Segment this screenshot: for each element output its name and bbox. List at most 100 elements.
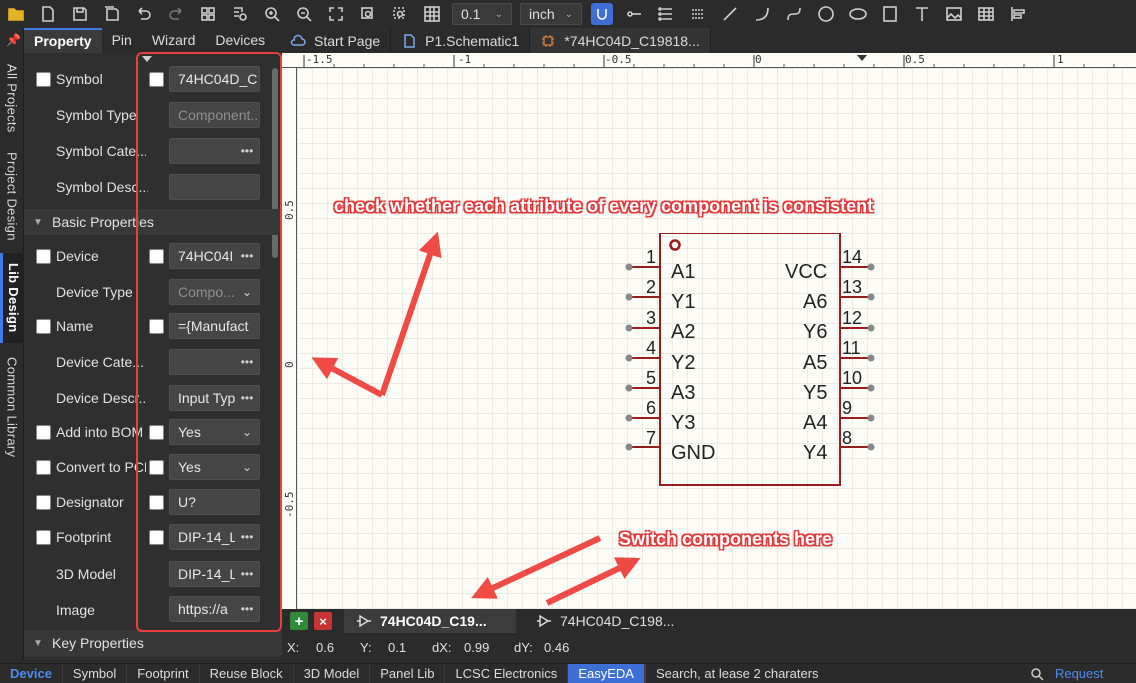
- pin-name: Y2: [671, 352, 696, 374]
- add-component-button[interactable]: +: [290, 612, 308, 630]
- new-file-icon[interactable]: [37, 3, 59, 25]
- convert-pcb-select[interactable]: Yes ⌄: [169, 454, 260, 480]
- footprint-sync-checkbox[interactable]: [149, 530, 164, 545]
- table-tool-icon[interactable]: [975, 3, 997, 25]
- symbol-sync-checkbox[interactable]: [149, 72, 164, 87]
- bezier-tool-icon[interactable]: [783, 3, 805, 25]
- pin-panel-icon[interactable]: 📌: [6, 33, 21, 47]
- undo-icon[interactable]: [133, 3, 155, 25]
- name-checkbox[interactable]: [36, 319, 51, 334]
- symbol-desc-field[interactable]: [169, 174, 260, 200]
- device-field[interactable]: 74HC04I •••: [169, 243, 260, 269]
- search-icon[interactable]: [1027, 664, 1047, 683]
- name-sync-checkbox[interactable]: [149, 319, 164, 334]
- ellipse-tool-icon[interactable]: [847, 3, 869, 25]
- pin-tool-icon[interactable]: [623, 3, 645, 25]
- device-type-select[interactable]: Compo... ⌄: [169, 279, 260, 305]
- zoom-area-icon[interactable]: [357, 3, 379, 25]
- circle-tool-icon[interactable]: [815, 3, 837, 25]
- convert-pcb-sync-checkbox[interactable]: [149, 460, 164, 475]
- convert-pcb-checkbox[interactable]: [36, 460, 51, 475]
- bottom-tab-device[interactable]: Device: [0, 664, 63, 683]
- add-bom-sync-checkbox[interactable]: [149, 425, 164, 440]
- device-checkbox[interactable]: [36, 249, 51, 264]
- symbol-field[interactable]: 74HC04D_C: [169, 66, 260, 92]
- more-icon[interactable]: •••: [235, 567, 259, 581]
- ic-symbol-74hc04[interactable]: 1 A1 2 Y1 3 A2 4 Y2 5 A3 6 Y3 7 GND 14 V…: [612, 233, 894, 486]
- schematic-canvas[interactable]: -1.5 -1 -0.5 0 0.5 1 0.5 0 -0.5 check wh…: [282, 53, 1136, 609]
- grid-view-icon[interactable]: [197, 3, 219, 25]
- device-desc-field[interactable]: Input Typ •••: [169, 385, 260, 411]
- add-bom-checkbox[interactable]: [36, 425, 51, 440]
- fit-view-icon[interactable]: [325, 3, 347, 25]
- bottom-tab-3d-model[interactable]: 3D Model: [294, 664, 371, 683]
- more-icon[interactable]: •••: [235, 355, 259, 369]
- symbol-type-field[interactable]: Component...: [169, 102, 260, 128]
- component-tab-2[interactable]: 74HC04D_C198...: [524, 609, 696, 633]
- bottom-tab-panel-lib[interactable]: Panel Lib: [370, 664, 446, 683]
- redo-icon[interactable]: [165, 3, 187, 25]
- line-tool-icon[interactable]: [719, 3, 741, 25]
- basic-properties-section[interactable]: ▼ Basic Properties: [24, 209, 282, 235]
- symbol-checkbox[interactable]: [36, 72, 51, 87]
- tab-all-projects[interactable]: All Projects: [0, 58, 24, 138]
- device-sync-checkbox[interactable]: [149, 249, 164, 264]
- tab-devices[interactable]: Devices: [205, 28, 275, 53]
- tab-common-library[interactable]: Common Library: [0, 350, 24, 465]
- more-icon[interactable]: •••: [235, 602, 259, 616]
- unit-select[interactable]: inch ⌄: [520, 3, 582, 25]
- pin-group-icon[interactable]: [687, 3, 709, 25]
- grid-icon[interactable]: [421, 3, 443, 25]
- image-field[interactable]: https://a •••: [169, 596, 260, 622]
- grid-size-select[interactable]: 0.1 ⌄: [452, 3, 512, 25]
- more-icon[interactable]: •••: [235, 530, 259, 544]
- tab-pin[interactable]: Pin: [102, 28, 142, 53]
- device-category-field[interactable]: •••: [169, 349, 260, 375]
- zoom-in-icon[interactable]: [261, 3, 283, 25]
- tab-project-design[interactable]: Project Design: [0, 146, 24, 246]
- pin-number: 6: [646, 398, 657, 418]
- save-all-icon[interactable]: [101, 3, 123, 25]
- folder-icon[interactable]: [5, 3, 27, 25]
- request-link[interactable]: Request: [1047, 664, 1103, 683]
- library-search-input[interactable]: Search, at lease 2 charaters: [644, 664, 1027, 683]
- component-tab-1[interactable]: 74HC04D_C19...: [344, 609, 516, 633]
- more-icon[interactable]: •••: [235, 249, 259, 263]
- pin-array-icon[interactable]: [655, 3, 677, 25]
- bottom-tab-easyeda[interactable]: EasyEDA: [568, 664, 645, 683]
- bottom-tab-footprint[interactable]: Footprint: [127, 664, 200, 683]
- designator-checkbox[interactable]: [36, 495, 51, 510]
- doc-tab-start-page[interactable]: Start Page: [280, 28, 392, 53]
- add-bom-select[interactable]: Yes ⌄: [169, 419, 260, 445]
- snap-icon[interactable]: [591, 3, 613, 25]
- doc-tab-schematic[interactable]: P1.Schematic1: [391, 28, 531, 53]
- tab-all-projects-label: All Projects: [4, 63, 20, 133]
- more-icon[interactable]: •••: [235, 144, 259, 158]
- footprint-field[interactable]: DIP-14_L •••: [169, 524, 260, 550]
- find-icon[interactable]: [229, 3, 251, 25]
- footprint-checkbox[interactable]: [36, 530, 51, 545]
- tab-wizard[interactable]: Wizard: [142, 28, 206, 53]
- designator-sync-checkbox[interactable]: [149, 495, 164, 510]
- name-field[interactable]: ={Manufact: [169, 313, 260, 339]
- bottom-tab-reuse-block[interactable]: Reuse Block: [200, 664, 294, 683]
- key-properties-section[interactable]: ▼ Key Properties: [24, 630, 282, 656]
- tab-property[interactable]: Property: [24, 28, 102, 53]
- align-icon[interactable]: [1007, 3, 1029, 25]
- doc-tab-symbol[interactable]: *74HC04D_C19818...: [530, 28, 711, 53]
- save-icon[interactable]: [69, 3, 91, 25]
- zoom-out-icon[interactable]: [293, 3, 315, 25]
- bottom-tab-symbol[interactable]: Symbol: [63, 664, 128, 683]
- model3d-field[interactable]: DIP-14_L •••: [169, 561, 260, 587]
- more-icon[interactable]: •••: [235, 391, 259, 405]
- image-tool-icon[interactable]: [943, 3, 965, 25]
- bottom-tab-lcsc[interactable]: LCSC Electronics: [445, 664, 569, 683]
- arc-tool-icon[interactable]: [751, 3, 773, 25]
- designator-field[interactable]: U?: [169, 489, 260, 515]
- symbol-category-field[interactable]: •••: [169, 138, 260, 164]
- remove-component-button[interactable]: ×: [314, 612, 332, 630]
- tab-lib-design[interactable]: Lib Design: [0, 253, 24, 343]
- rectangle-tool-icon[interactable]: [879, 3, 901, 25]
- zoom-selection-icon[interactable]: [389, 3, 411, 25]
- text-tool-icon[interactable]: [911, 3, 933, 25]
